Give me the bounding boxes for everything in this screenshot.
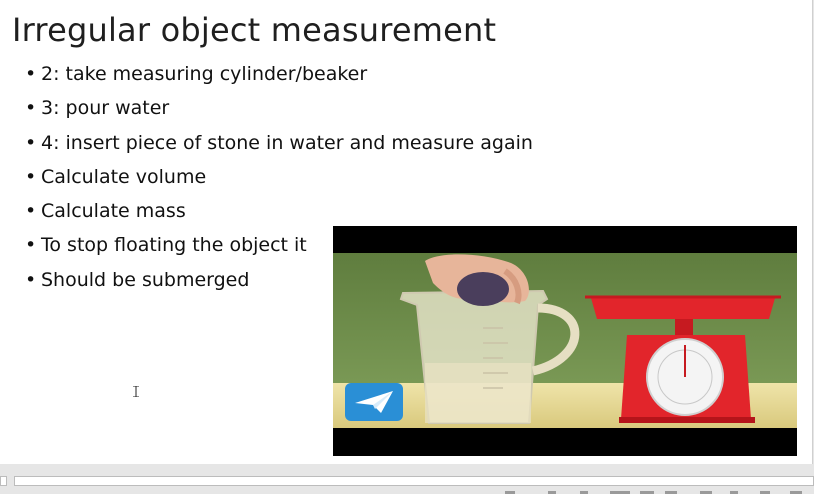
scroll-left-button[interactable] xyxy=(0,476,7,486)
slide-canvas: Irregular object measurement • 2: take me… xyxy=(0,0,813,464)
horizontal-scrollbar[interactable] xyxy=(14,476,814,486)
bullet-dot: • xyxy=(25,97,37,120)
bullet-text: Should be submerged xyxy=(41,268,250,291)
paper-plane-icon xyxy=(345,383,403,421)
bullet-dot: • xyxy=(25,200,37,223)
bullet-text: Calculate volume xyxy=(41,165,207,188)
slide-title[interactable]: Irregular object measurement xyxy=(12,11,496,49)
bullet-dot: • xyxy=(25,131,37,154)
bullet-text: 3: pour water xyxy=(41,97,170,120)
bullet-dot: • xyxy=(25,165,37,188)
bullet-dot: • xyxy=(25,63,37,85)
bullet-text: 2: take measuring cylinder/beaker xyxy=(41,63,368,85)
bullet-dot: • xyxy=(25,268,37,291)
bullet-item[interactable]: • 2: take measuring cylinder/beaker xyxy=(25,61,533,95)
bullet-text: To stop floating the object it xyxy=(41,234,307,257)
bullet-text: 4: insert piece of stone in water and me… xyxy=(41,131,533,154)
bullet-item[interactable]: • 3: pour water xyxy=(25,95,533,129)
bullet-item[interactable]: • 4: insert piece of stone in water and m… xyxy=(25,130,533,164)
embedded-video[interactable] xyxy=(333,226,797,456)
bullet-text: Calculate mass xyxy=(41,200,186,223)
bullet-item[interactable]: • Calculate volume xyxy=(25,164,533,198)
video-frame xyxy=(333,253,797,428)
text-cursor-icon xyxy=(133,386,139,397)
status-bar xyxy=(0,464,814,494)
bullet-dot: • xyxy=(25,234,37,257)
